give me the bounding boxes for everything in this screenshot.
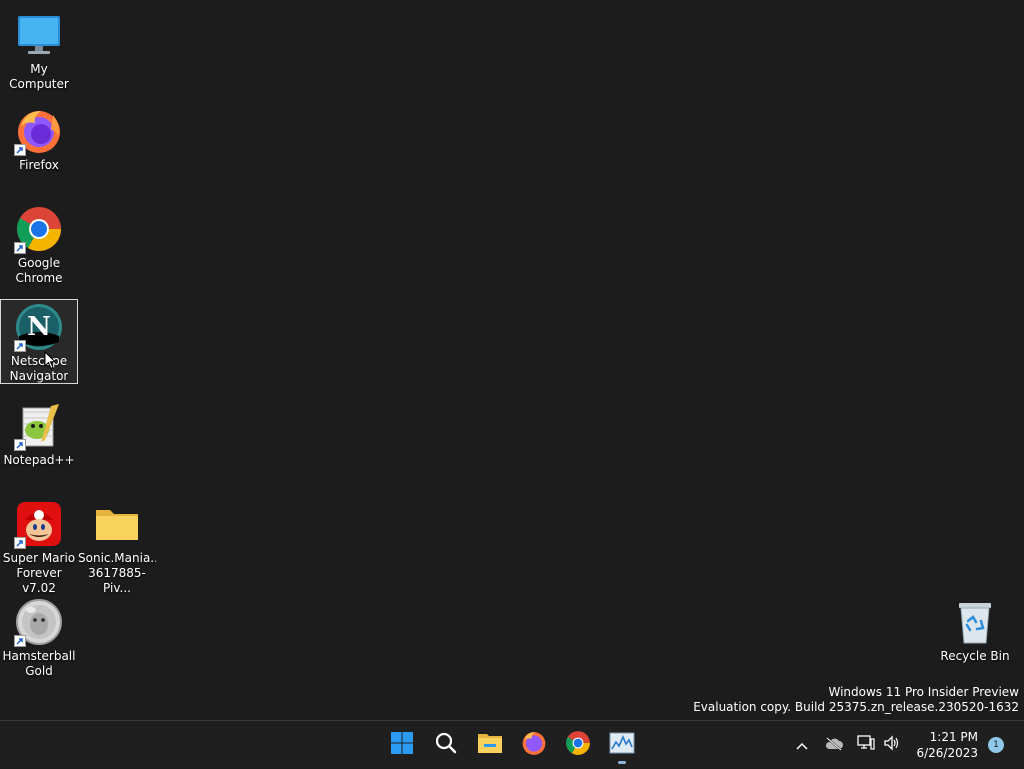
desktop-icon-hamsterball-gold[interactable]: Hamsterball Gold (0, 595, 78, 679)
start-icon (390, 731, 414, 759)
netscape-icon: N (14, 302, 64, 352)
notification-badge[interactable]: 1 (988, 737, 1004, 753)
taskbar: 1:21 PM 6/26/2023 1 (0, 720, 1024, 768)
recycle-bin-icon (950, 597, 1000, 647)
shortcut-arrow-icon (14, 537, 26, 549)
clock-time: 1:21 PM (929, 730, 978, 744)
firefox-icon (14, 106, 64, 156)
monitor-icon (14, 10, 64, 60)
notepad-plus-plus-icon (14, 401, 64, 451)
shortcut-arrow-icon (14, 144, 26, 156)
desktop-icon-label: Recycle Bin (940, 649, 1010, 663)
desktop-icon-super-mario-forever[interactable]: Super Mario Forever v7.02 (0, 497, 78, 596)
desktop-icon-netscape-navigator[interactable]: N Netscape Navigator (0, 299, 78, 384)
onedrive-button[interactable] (822, 729, 846, 761)
watermark-line-2: Evaluation copy. Build 25375.zn_release.… (693, 700, 1019, 714)
file-explorer-icon (477, 731, 503, 759)
mario-icon (14, 499, 64, 549)
taskbar-firefox[interactable] (512, 725, 556, 765)
desktop-icon-label: Notepad++ (3, 453, 75, 467)
taskbar-apps (380, 721, 644, 769)
shortcut-arrow-icon (14, 340, 26, 352)
search-button[interactable] (424, 725, 468, 765)
show-hidden-icons-button[interactable] (790, 729, 814, 761)
clock-date: 6/26/2023 (916, 746, 978, 760)
desktop[interactable]: My Computer Firefox Google Chrome N Nets… (0, 0, 1024, 720)
desktop-icon-label: Google Chrome (15, 256, 63, 285)
desktop-icon-label: Firefox (19, 158, 59, 172)
volume-button[interactable] (880, 729, 904, 761)
desktop-icon-my-computer[interactable]: My Computer (0, 8, 78, 92)
watermark-line-1: Windows 11 Pro Insider Preview (828, 685, 1019, 699)
taskbar-file-explorer[interactable] (468, 725, 512, 765)
taskbar-clock[interactable]: 1:21 PM 6/26/2023 (916, 729, 978, 761)
netscape-letter: N (27, 312, 51, 342)
shortcut-arrow-icon (14, 635, 26, 647)
desktop-icon-sonic-mania-folder[interactable]: Sonic.Mania... 3617885-Piv... (78, 497, 156, 596)
network-button[interactable] (854, 729, 878, 761)
taskbar-chrome[interactable] (556, 725, 600, 765)
start-button[interactable] (380, 725, 424, 765)
desktop-icon-google-chrome[interactable]: Google Chrome (0, 202, 78, 286)
desktop-icon-label: Super Mario Forever v7.02 (2, 551, 76, 595)
search-icon (434, 731, 458, 759)
task-manager-icon (609, 732, 635, 758)
cloud-offline-icon (824, 736, 844, 755)
chrome-icon (565, 730, 591, 760)
folder-icon (92, 499, 142, 549)
hamsterball-icon (14, 597, 64, 647)
chrome-icon (14, 204, 64, 254)
shortcut-arrow-icon (14, 242, 26, 254)
chevron-up-icon (795, 736, 809, 755)
desktop-icon-label: Sonic.Mania... 3617885-Piv... (78, 551, 156, 595)
network-icon (857, 735, 876, 755)
desktop-icon-label: Hamsterball Gold (2, 649, 76, 678)
mouse-cursor-icon (44, 350, 57, 374)
speaker-icon (883, 735, 901, 755)
taskbar-task-manager[interactable] (600, 725, 644, 765)
desktop-icon-notepad-plus-plus[interactable]: Notepad++ (0, 399, 78, 468)
desktop-icon-firefox[interactable]: Firefox (0, 104, 78, 173)
desktop-icon-label: My Computer (9, 62, 69, 91)
windows-watermark: Windows 11 Pro Insider Preview Evaluatio… (693, 685, 1019, 715)
desktop-icon-label: Netscape Navigator (9, 354, 69, 383)
desktop-icon-recycle-bin[interactable]: Recycle Bin (936, 595, 1014, 664)
shortcut-arrow-icon (14, 439, 26, 451)
firefox-icon (521, 730, 547, 760)
system-tray: 1:21 PM 6/26/2023 1 (788, 721, 1024, 769)
